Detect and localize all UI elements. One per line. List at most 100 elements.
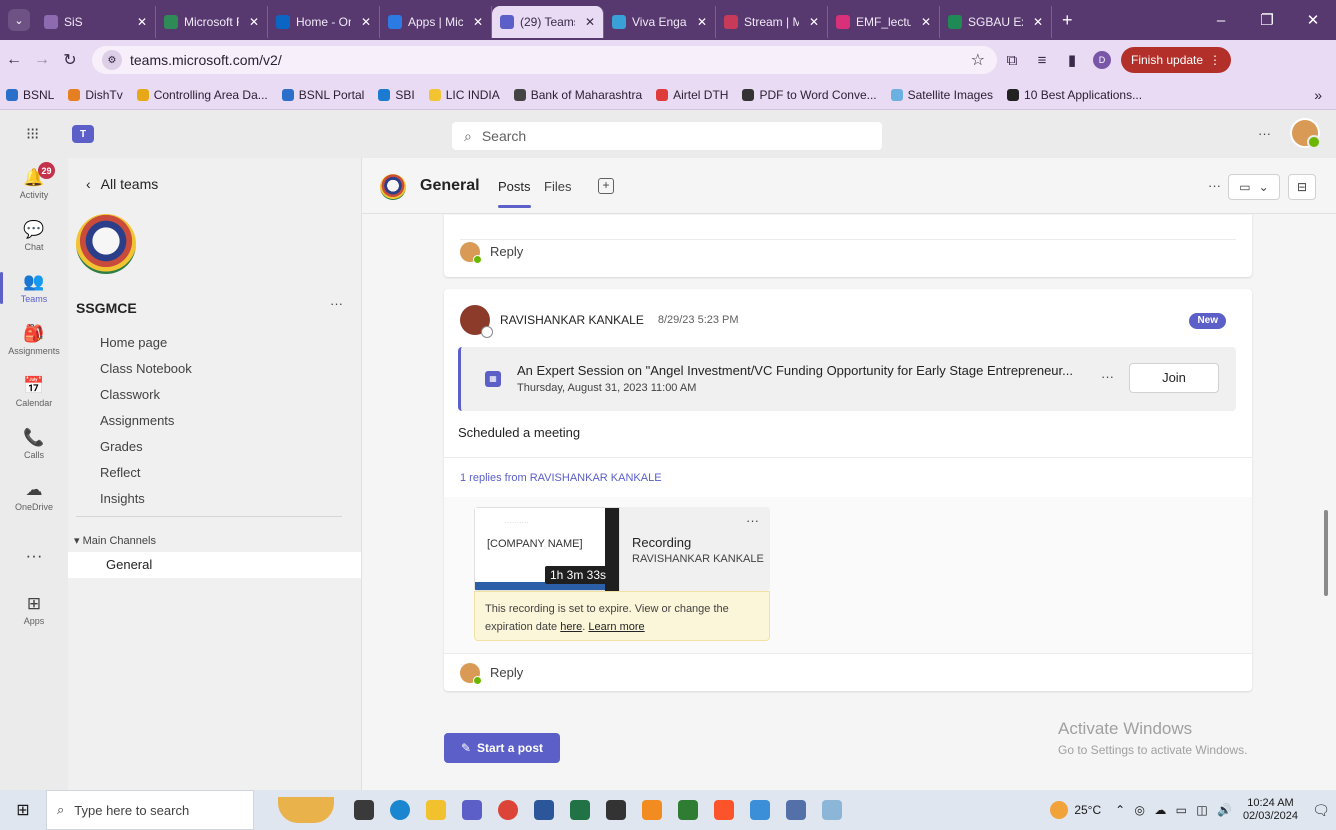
all-teams-link[interactable]: ‹ All teams <box>86 176 158 192</box>
finish-update-button[interactable]: Finish update ⋮ <box>1121 47 1232 73</box>
bookmark-item[interactable]: SBI <box>378 88 415 102</box>
search-highlight-image[interactable] <box>278 797 334 823</box>
scrollbar[interactable] <box>1324 510 1328 596</box>
meeting-card[interactable]: ▦ An Expert Session on "Angel Investment… <box>458 347 1236 411</box>
tab-close-icon[interactable]: ✕ <box>1029 15 1043 29</box>
sublime-icon[interactable] <box>634 790 670 830</box>
system-clock[interactable]: 10:24 AM 02/03/2024 <box>1243 797 1298 823</box>
bookmark-star-icon[interactable]: ☆ <box>971 50 985 70</box>
bookmark-item[interactable]: Controlling Area Da... <box>136 88 268 102</box>
notification-icon[interactable]: 🗨 <box>1306 802 1336 819</box>
app-launcher-icon[interactable]: ⁝⁝⁝ <box>26 124 46 144</box>
remote-desktop-icon[interactable] <box>742 790 778 830</box>
back-icon[interactable]: ← <box>0 51 28 69</box>
side-panel-icon[interactable]: ▮ <box>1057 51 1087 69</box>
bookmark-item[interactable]: LIC INDIA <box>428 88 500 102</box>
user-avatar[interactable] <box>1290 118 1321 149</box>
bookmark-item[interactable]: PDF to Word Conve... <box>742 88 877 102</box>
rail-item-onedrive[interactable]: ☁ OneDrive <box>0 470 68 522</box>
bookmark-item[interactable]: Airtel DTH <box>656 88 728 102</box>
site-info-icon[interactable]: ⚙ <box>102 50 122 70</box>
restore-icon[interactable]: ❐ <box>1244 0 1290 40</box>
meeting-more-icon[interactable]: ··· <box>1101 369 1114 384</box>
channel-info-icon[interactable]: ⊟ <box>1288 174 1316 200</box>
main-channels-toggle[interactable]: ▾ Main Channels <box>74 534 156 547</box>
settings-more-icon[interactable]: ··· <box>1258 126 1271 141</box>
team-nav-item[interactable]: Insights <box>100 486 192 512</box>
word-icon[interactable] <box>526 790 562 830</box>
browser-tab[interactable]: SGBAU Exa ✕ <box>940 6 1052 38</box>
close-window-icon[interactable]: ✕ <box>1290 0 1336 40</box>
weather-temperature[interactable]: 25°C <box>1074 803 1101 817</box>
join-button[interactable]: Join <box>1129 363 1219 393</box>
bookmark-item[interactable]: BSNL <box>6 88 54 102</box>
replies-summary[interactable]: 1 replies from RAVISHANKAR KANKALE <box>444 457 1252 497</box>
team-more-icon[interactable]: ··· <box>330 296 343 311</box>
rail-item-assignments[interactable]: 🎒 Assignments <box>0 314 68 366</box>
team-nav-item[interactable]: Class Notebook <box>100 356 192 382</box>
rail-item-apps[interactable]: ⊞ Apps <box>0 584 68 636</box>
rail-item-teams[interactable]: 👥 Teams <box>0 262 68 314</box>
browser-tab[interactable]: SiS ✕ <box>36 6 156 38</box>
start-post-button[interactable]: ✎ Start a post <box>444 733 560 763</box>
bookmark-item[interactable]: Bank of Maharashtra <box>513 88 642 102</box>
app-icon[interactable] <box>670 790 706 830</box>
new-tab-button[interactable]: + <box>1062 10 1073 31</box>
tab-search-button[interactable]: ⌄ <box>8 9 30 31</box>
profile-avatar[interactable]: D <box>1093 51 1111 69</box>
paint-icon[interactable] <box>814 790 850 830</box>
recording-thumbnail[interactable]: · · · · · · · · · · [COMPANY NAME] 1h 3m… <box>474 507 620 591</box>
team-nav-item[interactable]: Assignments <box>100 408 192 434</box>
tab-close-icon[interactable]: ✕ <box>357 15 371 29</box>
channel-item-general[interactable]: General <box>68 552 361 578</box>
reply-button[interactable]: Reply <box>460 239 1236 264</box>
minimize-icon[interactable]: – <box>1198 0 1244 40</box>
rail-item-chat[interactable]: 💬 Chat <box>0 210 68 262</box>
browser-tab[interactable]: Stream | M ✕ <box>716 6 828 38</box>
tab-files[interactable]: Files <box>544 179 571 194</box>
tray-icons[interactable]: ⌃ ◎ ☁ ▭ ◫ 🔊 <box>1115 803 1235 817</box>
tab-close-icon[interactable]: ✕ <box>133 15 147 29</box>
reply-button[interactable]: Reply <box>444 653 1252 691</box>
windows-start-icon[interactable]: ⊞ <box>0 800 46 820</box>
forward-icon[interactable]: → <box>28 51 56 69</box>
reading-list-icon[interactable]: ≡ <box>1027 52 1057 69</box>
browser-tab[interactable]: (29) Teams ✕ <box>492 6 604 38</box>
url-field[interactable]: ⚙ teams.microsoft.com/v2/ ☆ <box>92 46 997 74</box>
team-nav-item[interactable]: Reflect <box>100 460 192 486</box>
browser-tab[interactable]: Home - On ✕ <box>268 6 380 38</box>
bookmarks-overflow-icon[interactable]: » <box>1314 87 1322 103</box>
edge-icon[interactable] <box>382 790 418 830</box>
browser-tab[interactable]: Apps | Micr ✕ <box>380 6 492 38</box>
tab-close-icon[interactable]: ✕ <box>469 15 483 29</box>
team-nav-item[interactable]: Classwork <box>100 382 192 408</box>
task-view-icon[interactable] <box>346 790 382 830</box>
teams-taskbar-icon[interactable] <box>454 790 490 830</box>
bookmark-item[interactable]: BSNL Portal <box>281 88 364 102</box>
meet-now-button[interactable]: ▭ ⌄ <box>1228 174 1280 200</box>
tab-close-icon[interactable]: ✕ <box>805 15 819 29</box>
tab-close-icon[interactable]: ✕ <box>581 15 595 29</box>
tab-close-icon[interactable]: ✕ <box>917 15 931 29</box>
brave-icon[interactable] <box>706 790 742 830</box>
bookmark-item[interactable]: Satellite Images <box>890 88 993 102</box>
rail-item-activity[interactable]: 🔔 Activity 29 <box>0 158 68 210</box>
channel-more-icon[interactable]: ··· <box>1208 178 1221 193</box>
pen-icon[interactable] <box>778 790 814 830</box>
team-nav-item[interactable]: Grades <box>100 434 192 460</box>
recording-card[interactable]: · · · · · · · · · · [COMPANY NAME] 1h 3m… <box>474 507 770 591</box>
weather-icon[interactable] <box>1050 801 1069 819</box>
file-explorer-icon[interactable] <box>418 790 454 830</box>
tab-close-icon[interactable]: ✕ <box>693 15 707 29</box>
rail-item-more[interactable]: ··· <box>0 530 68 582</box>
add-tab-icon[interactable]: + <box>598 178 614 194</box>
reload-icon[interactable]: ↻ <box>56 50 84 70</box>
excel-icon[interactable] <box>562 790 598 830</box>
taskbar-search-input[interactable]: ⌕ Type here to search <box>46 790 254 830</box>
team-nav-item[interactable]: Home page <box>100 330 192 356</box>
bookmark-item[interactable]: 10 Best Applications... <box>1007 88 1142 102</box>
browser-tab[interactable]: Microsoft F ✕ <box>156 6 268 38</box>
author-avatar[interactable] <box>460 305 493 338</box>
learn-more-link[interactable]: Learn more <box>588 621 644 633</box>
rail-item-calendar[interactable]: 📅 Calendar <box>0 366 68 418</box>
